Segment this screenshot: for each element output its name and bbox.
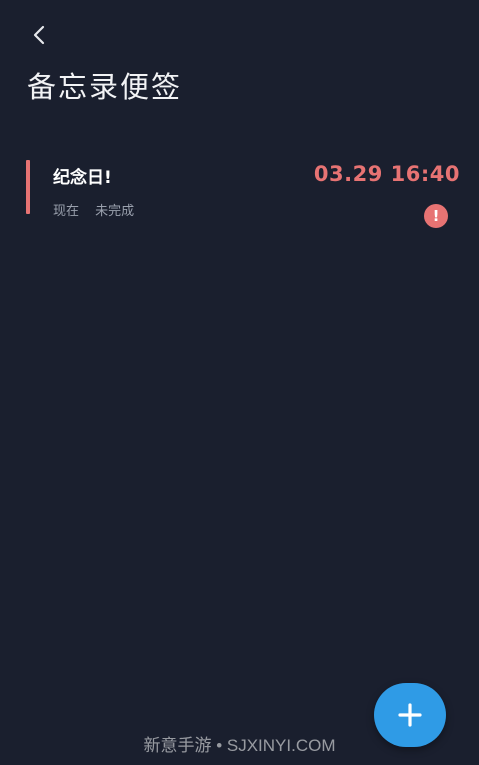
plus-icon bbox=[398, 703, 422, 727]
back-button[interactable] bbox=[22, 18, 56, 52]
exclamation-circle-icon: ! bbox=[424, 204, 448, 228]
page-title: 备忘录便签 bbox=[27, 70, 183, 104]
memo-status: 未完成 bbox=[95, 204, 135, 219]
memo-time-label: 现在 bbox=[53, 204, 80, 219]
add-memo-button[interactable] bbox=[374, 683, 446, 747]
memo-meta: 现在 未完成 bbox=[53, 200, 134, 219]
memo-datetime: 03.29 16:40 bbox=[313, 162, 460, 186]
memo-title: 纪念日! bbox=[53, 168, 112, 188]
memo-accent-bar bbox=[26, 160, 30, 214]
chevron-left-icon bbox=[33, 25, 45, 45]
memo-item[interactable]: 纪念日! 现在 未完成 03.29 16:40 ! bbox=[26, 160, 462, 228]
